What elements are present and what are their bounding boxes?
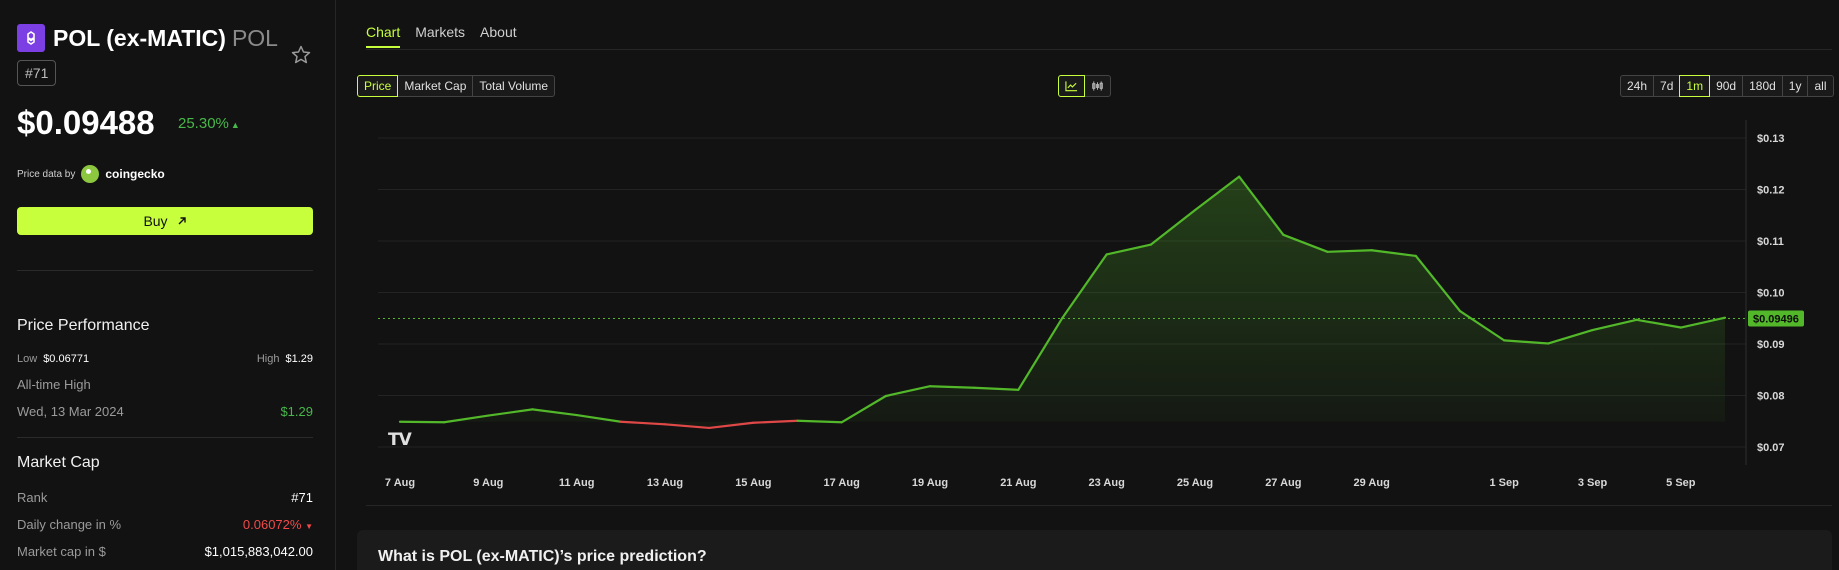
content-tabs: Chart Markets About bbox=[366, 24, 517, 48]
x-tick-label: 1 Sep bbox=[1489, 477, 1519, 489]
price-metric-button[interactable]: Price bbox=[357, 75, 399, 97]
x-tick-label: 3 Sep bbox=[1578, 477, 1608, 489]
range-1m-button[interactable]: 1m bbox=[1679, 75, 1711, 97]
coin-header: POL (ex-MATIC) POL bbox=[17, 24, 278, 52]
row-label: Rank bbox=[17, 490, 48, 505]
market-cap-row: Rank #71 bbox=[17, 490, 313, 505]
x-tick-label: 15 Aug bbox=[735, 477, 771, 489]
ath-date: Wed, 13 Mar 2024 bbox=[17, 404, 124, 419]
x-tick-label: 5 Sep bbox=[1666, 477, 1696, 489]
candlestick-icon[interactable] bbox=[1084, 75, 1111, 97]
ath-row: Wed, 13 Mar 2024 $1.29 bbox=[17, 404, 313, 419]
down-arrow-icon: ▼ bbox=[305, 522, 313, 531]
x-tick-label: 9 Aug bbox=[473, 477, 503, 489]
line-chart-icon[interactable] bbox=[1058, 75, 1085, 97]
low-value: $0.06771 bbox=[43, 353, 90, 365]
low-high-row: Low $0.06771 High $1.29 bbox=[17, 353, 313, 365]
price-line-segment bbox=[752, 419, 799, 424]
y-tick-label: $0.07 bbox=[1757, 442, 1785, 454]
range-24h-button[interactable]: 24h bbox=[1620, 75, 1655, 97]
y-tick-label: $0.12 bbox=[1757, 185, 1785, 197]
divider bbox=[17, 437, 313, 438]
price-line-segment bbox=[928, 385, 976, 389]
buy-label: Buy bbox=[143, 213, 168, 229]
ath-value: $1.29 bbox=[280, 404, 313, 419]
tab-chart[interactable]: Chart bbox=[366, 24, 401, 48]
current-price: $0.09488 bbox=[17, 104, 155, 141]
divider bbox=[17, 270, 313, 271]
row-value: $1,015,883,042.00 bbox=[204, 544, 313, 559]
tradingview-logo-icon: TV bbox=[388, 430, 413, 450]
polygon-logo-icon bbox=[17, 24, 45, 52]
x-tick-label: 17 Aug bbox=[824, 477, 860, 489]
y-tick-label: $0.10 bbox=[1757, 288, 1785, 300]
tabs-divider bbox=[366, 49, 1832, 50]
x-tick-label: 27 Aug bbox=[1265, 477, 1301, 489]
buy-button[interactable]: Buy bbox=[17, 207, 313, 235]
market-cap-metric-button[interactable]: Market Cap bbox=[397, 75, 474, 97]
market-cap-title: Market Cap bbox=[17, 454, 100, 471]
up-arrow-icon: ▲ bbox=[230, 120, 240, 130]
y-tick-label: $0.09 bbox=[1757, 339, 1785, 351]
y-tick-label: $0.13 bbox=[1757, 133, 1785, 145]
market-cap-row: Daily change in % 0.06072% ▼ bbox=[17, 517, 313, 532]
x-tick-label: 29 Aug bbox=[1354, 477, 1390, 489]
range-all-button[interactable]: all bbox=[1807, 75, 1834, 97]
x-tick-label: 11 Aug bbox=[559, 477, 595, 489]
coingecko-logo-icon bbox=[81, 165, 100, 183]
x-tick-label: 25 Aug bbox=[1177, 477, 1213, 489]
daily-change-value: 0.06072% bbox=[242, 517, 302, 532]
price-performance-title: Price Performance bbox=[17, 317, 150, 334]
row-value: #71 bbox=[291, 490, 313, 505]
x-tick-label: 13 Aug bbox=[647, 477, 683, 489]
chart-style-selector bbox=[1058, 75, 1111, 97]
range-180d-button[interactable]: 180d bbox=[1742, 75, 1783, 97]
range-7d-button[interactable]: 7d bbox=[1653, 75, 1681, 97]
x-tick-label: 23 Aug bbox=[1089, 477, 1125, 489]
low-label: Low bbox=[17, 353, 38, 365]
coin-symbol: POL bbox=[231, 24, 278, 51]
range-1y-button[interactable]: 1y bbox=[1781, 75, 1809, 97]
star-icon[interactable] bbox=[290, 44, 312, 66]
total-volume-metric-button[interactable]: Total Volume bbox=[472, 75, 556, 97]
price-data-attribution: Price data by coingecko bbox=[17, 165, 165, 183]
coin-sidebar: POL (ex-MATIC) POL #71 $0.09488 25.30% ▲ … bbox=[0, 0, 336, 570]
range-90d-button[interactable]: 90d bbox=[1709, 75, 1744, 97]
market-cap-row: Market cap in $ $1,015,883,042.00 bbox=[17, 544, 313, 559]
price-chart[interactable]: $0.07 $0.08 $0.09 $0.10 $0.11 $0.12 $0.13 7 Aug… bbox=[366, 120, 1832, 490]
high-label: High bbox=[256, 353, 280, 365]
price-area bbox=[400, 176, 1725, 428]
price-change: 25.30% ▲ bbox=[178, 115, 240, 132]
price-chart-svg: $0.07 $0.08 $0.09 $0.10 $0.11 $0.12 $0.13 7 Aug… bbox=[378, 120, 1804, 489]
x-tick-label: 19 Aug bbox=[912, 477, 948, 489]
tab-markets[interactable]: Markets bbox=[415, 24, 465, 48]
row-value: 0.06072% ▼ bbox=[243, 517, 313, 532]
prediction-title: What is POL (ex-MATIC)’s price predictio… bbox=[378, 548, 707, 565]
price-line-segment bbox=[398, 420, 446, 424]
rank-badge: #71 bbox=[17, 60, 57, 86]
coin-name: POL (ex-MATIC) bbox=[53, 24, 226, 51]
row-label: Daily change in % bbox=[17, 517, 122, 532]
y-tick-label: $0.11 bbox=[1757, 236, 1784, 248]
price-line-segment bbox=[1326, 249, 1373, 253]
price-data-label: Price data by bbox=[17, 168, 76, 180]
time-range-selector: 24h 7d 1m 90d 180d 1y all bbox=[1620, 75, 1834, 97]
y-tick-label: $0.08 bbox=[1757, 390, 1785, 402]
x-tick-label: 7 Aug bbox=[385, 477, 415, 489]
tab-about[interactable]: About bbox=[480, 24, 517, 48]
arrow-up-right-icon bbox=[177, 214, 187, 229]
price-change-value: 25.30% bbox=[178, 115, 229, 132]
row-label: Market cap in $ bbox=[17, 544, 106, 559]
prediction-card[interactable]: What is POL (ex-MATIC)’s price predictio… bbox=[357, 530, 1832, 570]
provider-name[interactable]: coingecko bbox=[105, 167, 164, 181]
ath-label-row: All-time High bbox=[17, 377, 313, 392]
metric-selector: Price Market Cap Total Volume bbox=[357, 75, 556, 97]
price-line-segment bbox=[796, 419, 843, 424]
current-price-label: $0.09496 bbox=[1753, 313, 1799, 325]
x-tick-label: 21 Aug bbox=[1000, 477, 1036, 489]
high-value: $1.29 bbox=[285, 353, 313, 365]
ath-label: All-time High bbox=[17, 377, 91, 392]
chart-bottom-divider bbox=[366, 505, 1832, 506]
